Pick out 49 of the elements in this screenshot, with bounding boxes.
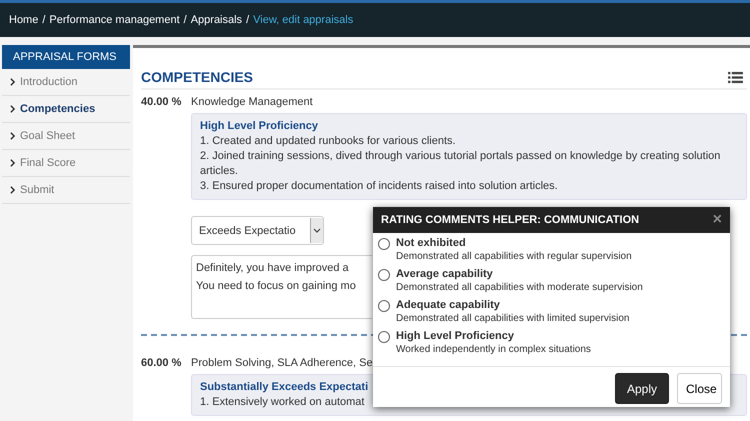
list-icon[interactable]: [728, 70, 743, 84]
close-button[interactable]: ×: [712, 211, 722, 229]
rating-select[interactable]: Exceeds Expectatio: [191, 216, 324, 245]
radio-button[interactable]: [378, 300, 390, 312]
option-label[interactable]: Not exhibited: [396, 236, 632, 250]
chevron-icon: [10, 159, 15, 167]
caret-icon: [313, 228, 321, 233]
option-description: Demonstrated all capabilities with moderate supervision: [396, 281, 643, 295]
option-label[interactable]: High Level Proficiency: [396, 329, 591, 343]
description-line: 1. Extensively worked on automat: [200, 395, 364, 410]
dialog-title: RATING COMMENTS HELPER: COMMUNICATION: [381, 214, 640, 226]
option-description: Worked independently in complex situations: [396, 343, 591, 357]
weight-percent: 60.00 %: [141, 356, 182, 370]
breadcrumb-separator: /: [42, 14, 46, 26]
option-label[interactable]: Adequate capability: [396, 298, 630, 312]
sidebar-item[interactable]: Introduction: [2, 69, 130, 96]
breadcrumb-link[interactable]: Performance management: [49, 14, 180, 26]
radio-button[interactable]: [378, 331, 390, 343]
weight-percent: 40.00 %: [141, 95, 182, 109]
comment-field[interactable]: Definitely, you have improved a You need to focus on gaining mo: [191, 255, 372, 319]
rating-title: High Level Proficiency: [200, 119, 318, 134]
sidebar-item[interactable]: Final Score: [2, 150, 130, 177]
description-line: 2. Joined training sessions, dived through various tutorial portals passed on knowledge by creating solution articles.: [200, 149, 722, 179]
rating-title: Substantially Exceeds Expectati: [200, 380, 368, 395]
breadcrumb-separator: /: [246, 14, 250, 26]
sidebar-item[interactable]: Submit: [2, 177, 130, 204]
radio-button[interactable]: [378, 238, 390, 250]
description-line: 3. Ensured proper documentation of incidents raised into solution articles.: [200, 179, 558, 194]
chevron-icon: [10, 186, 15, 194]
option-description: Demonstrated all capabilities with limited supervision: [396, 312, 630, 326]
chevron-icon: [10, 132, 15, 140]
breadcrumb-link[interactable]: Appraisals: [190, 14, 242, 26]
close-button[interactable]: Close: [677, 373, 722, 404]
sidebar-item[interactable]: Goal Sheet: [2, 123, 130, 150]
competency-name: Knowledge Management: [191, 95, 313, 109]
option-description: Demonstrated all capabilities with regular supervision: [396, 250, 632, 264]
breadcrumb-link[interactable]: Home: [9, 14, 38, 26]
sidebar-item[interactable]: Competencies: [2, 96, 130, 123]
breadcrumb-link[interactable]: View, edit appraisals: [253, 14, 354, 26]
breadcrumb-separator: /: [184, 14, 187, 26]
description-line: 1. Created and updated runbooks for various clients.: [200, 134, 456, 149]
sidebar-title: APPRAISAL FORMS: [2, 45, 130, 69]
apply-button[interactable]: Apply: [615, 373, 669, 404]
radio-button[interactable]: [378, 269, 390, 281]
chevron-icon: [10, 78, 15, 86]
option-label[interactable]: Average capability: [396, 267, 643, 281]
section-title: COMPETENCIES: [141, 69, 254, 85]
competency-name: Problem Solving, SLA Adherence, Se: [191, 356, 373, 370]
chevron-icon: [10, 105, 15, 113]
